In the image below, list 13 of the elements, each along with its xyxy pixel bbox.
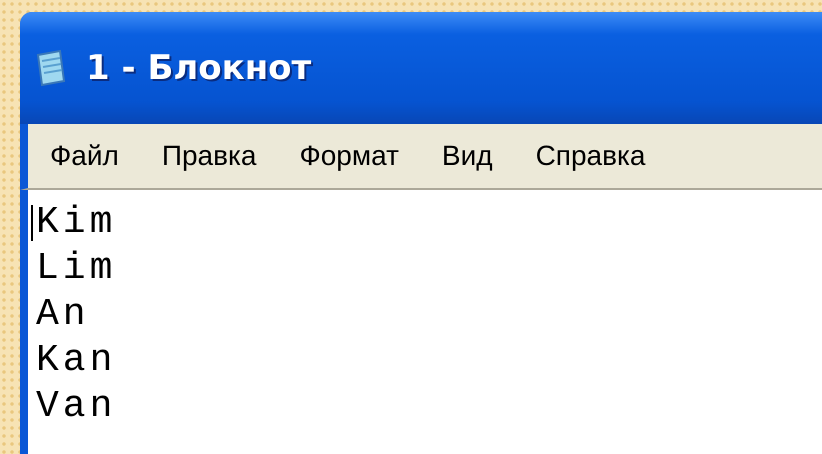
menu-item[interactable]: Формат	[299, 140, 399, 172]
text-cursor	[31, 205, 33, 241]
menu-item[interactable]: Справка	[536, 140, 646, 172]
window-title: 1 - Блокнот	[86, 48, 312, 88]
menu-item[interactable]: Вид	[442, 140, 493, 172]
menu-item[interactable]: Файл	[50, 140, 119, 172]
text-line: An	[36, 292, 90, 338]
text-line: Van	[36, 384, 116, 430]
text-line: Kim	[36, 200, 116, 246]
text-line: Lim	[36, 246, 116, 292]
notepad-icon	[34, 49, 68, 87]
text-line: Kan	[36, 338, 116, 384]
menu-item[interactable]: Правка	[162, 140, 256, 172]
